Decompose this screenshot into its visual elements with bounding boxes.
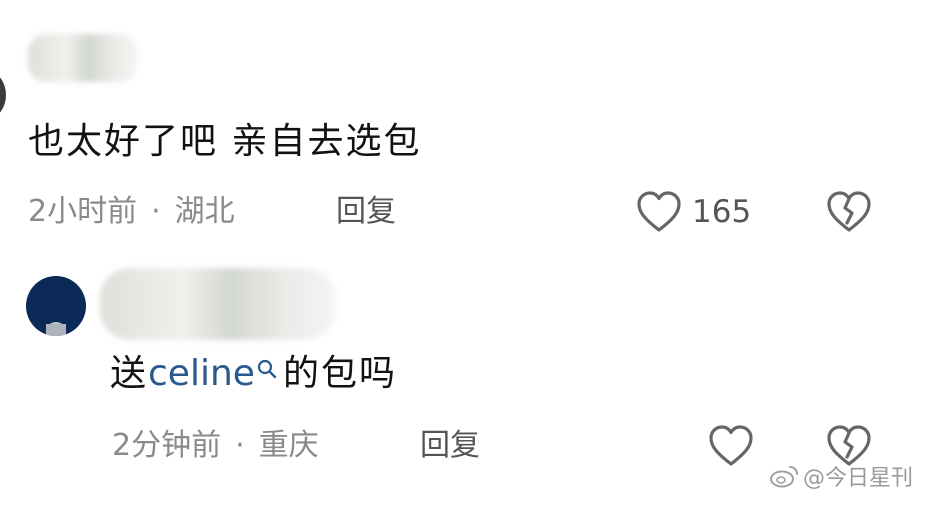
comment-time: 2分钟前 [112, 428, 222, 463]
watermark: @今日星刊 [769, 460, 913, 492]
comment-text-after: 的包吗 [282, 353, 397, 394]
weibo-logo-icon [769, 466, 798, 488]
commenter-avatar[interactable] [26, 276, 86, 336]
like-count: 165 [692, 194, 752, 230]
heart-outline-icon[interactable] [708, 424, 754, 468]
meta-separator: · [235, 428, 245, 463]
search-link[interactable]: celine [148, 353, 255, 394]
comment-time: 2小时前 [28, 194, 138, 229]
search-icon[interactable] [255, 358, 279, 386]
comment-meta: 2小时前 · 湖北 [28, 192, 235, 232]
reply-button[interactable]: 回复 [336, 192, 396, 232]
username-redacted [100, 268, 336, 340]
comment-location: 湖北 [174, 194, 235, 229]
comment-text-before: 送 [110, 353, 149, 394]
username-redacted [28, 34, 138, 82]
comment-meta: 2分钟前 · 重庆 [112, 426, 319, 466]
comment-text: 送celine 的包吗 [110, 350, 397, 398]
heart-outline-icon[interactable] [636, 190, 682, 234]
reply-button[interactable]: 回复 [420, 426, 480, 466]
comment-location: 重庆 [258, 428, 319, 463]
watermark-text: @今日星刊 [802, 466, 913, 491]
meta-separator: · [151, 194, 161, 229]
commenter-avatar[interactable] [0, 72, 6, 118]
broken-heart-icon[interactable] [826, 190, 872, 234]
avatar-figure-icon [46, 322, 66, 336]
comment-text: 也太好了吧 亲自去选包 [28, 121, 422, 162]
